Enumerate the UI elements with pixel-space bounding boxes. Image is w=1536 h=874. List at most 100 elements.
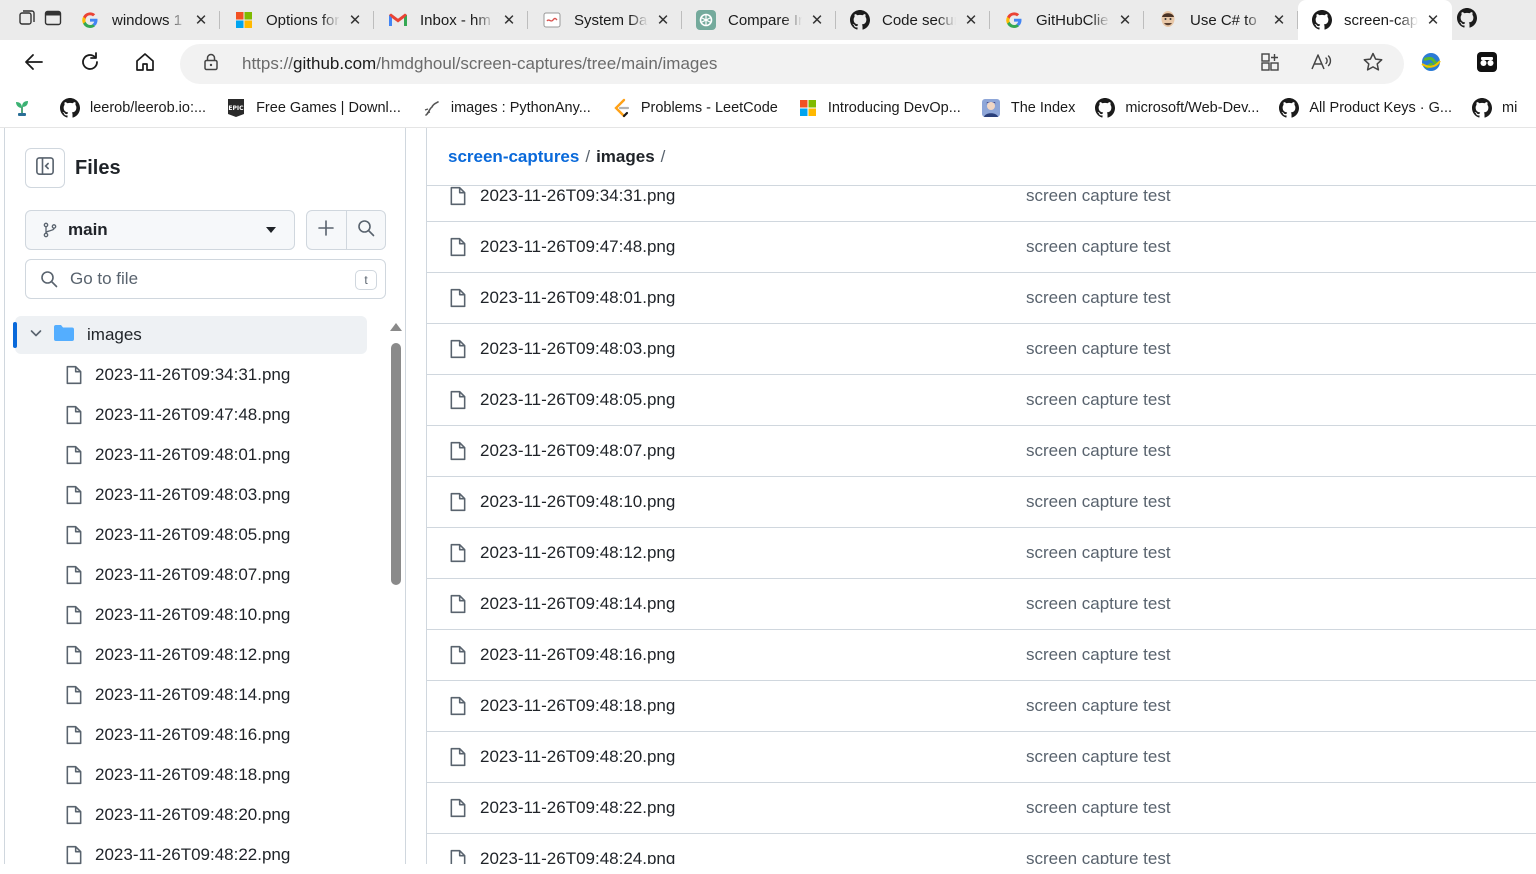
home-button[interactable] <box>125 44 165 84</box>
browser-tab[interactable]: Inbox - hm ✕ <box>374 0 528 40</box>
favorite-star-icon[interactable] <box>1362 51 1384 78</box>
close-tab-icon[interactable]: ✕ <box>192 11 210 29</box>
file-name-link[interactable]: 2023-11-26T09:48:10.png <box>480 492 675 512</box>
browser-tab[interactable]: GitHubClie ✕ <box>990 0 1144 40</box>
scroll-up-arrow-icon[interactable] <box>390 323 402 331</box>
file-name-link[interactable]: 2023-11-26T09:48:18.png <box>480 696 675 716</box>
table-row[interactable]: 2023-11-26T09:48:20.png screen capture te… <box>427 732 1536 783</box>
table-row[interactable]: 2023-11-26T09:48:03.png screen capture te… <box>427 324 1536 375</box>
workspaces-icon[interactable] <box>17 8 37 33</box>
table-row[interactable]: 2023-11-26T09:48:07.png screen capture te… <box>427 426 1536 477</box>
tree-file-item[interactable]: 2023-11-26T09:48:16.png <box>65 715 290 755</box>
file-name-link[interactable]: 2023-11-26T09:48:05.png <box>480 390 675 410</box>
commit-message-link[interactable]: screen capture test <box>1026 849 1171 864</box>
file-name-link[interactable]: 2023-11-26T09:48:16.png <box>480 645 675 665</box>
tab-actions-icon[interactable] <box>43 8 63 33</box>
close-tab-icon[interactable]: ✕ <box>346 11 364 29</box>
tree-file-item[interactable]: 2023-11-26T09:48:07.png <box>65 555 290 595</box>
tab-partial-github[interactable] <box>1452 0 1482 40</box>
branch-selector[interactable]: main <box>25 210 295 250</box>
bookmark-item[interactable]: Introducing DevOp... <box>798 98 961 118</box>
bookmark-item[interactable]: leerob/leerob.io:... <box>60 97 206 118</box>
breadcrumb-repo-link[interactable]: screen-captures <box>448 147 579 167</box>
commit-message-link[interactable]: screen capture test <box>1026 696 1171 716</box>
bookmark-item[interactable]: EPIC Free Games | Downl... <box>226 98 401 118</box>
bookmark-item[interactable] <box>12 98 40 118</box>
browser-tab[interactable]: Use C# to ✕ <box>1144 0 1298 40</box>
collapse-sidebar-button[interactable] <box>25 148 65 188</box>
tree-file-item[interactable]: 2023-11-26T09:48:18.png <box>65 755 290 795</box>
close-tab-icon[interactable]: ✕ <box>1116 11 1134 29</box>
apps-icon[interactable] <box>1260 52 1280 77</box>
commit-message-link[interactable]: screen capture test <box>1026 645 1171 665</box>
table-row[interactable]: 2023-11-26T09:48:16.png screen capture te… <box>427 630 1536 681</box>
commit-message-link[interactable]: screen capture test <box>1026 339 1171 359</box>
file-name-link[interactable]: 2023-11-26T09:48:07.png <box>480 441 675 461</box>
globe-extension-icon[interactable] <box>1420 51 1442 78</box>
browser-tab[interactable]: Compare Ir ✕ <box>682 0 836 40</box>
file-name-link[interactable]: 2023-11-26T09:48:14.png <box>480 594 675 614</box>
tree-file-item[interactable]: 2023-11-26T09:48:05.png <box>65 515 290 555</box>
tree-file-item[interactable]: 2023-11-26T09:48:10.png <box>65 595 290 635</box>
bookmark-item[interactable]: Problems - LeetCode <box>611 98 778 118</box>
url-bar[interactable]: https://github.com/hmdghoul/screen-captu… <box>180 44 1404 84</box>
commit-message-link[interactable]: screen capture test <box>1026 186 1171 206</box>
profile-extension-icon[interactable] <box>1476 51 1498 78</box>
close-tab-icon[interactable]: ✕ <box>1424 11 1442 29</box>
close-tab-icon[interactable]: ✕ <box>808 11 826 29</box>
table-row[interactable]: 2023-11-26T09:47:48.png screen capture te… <box>427 222 1536 273</box>
commit-message-link[interactable]: screen capture test <box>1026 747 1171 767</box>
commit-message-link[interactable]: screen capture test <box>1026 543 1171 563</box>
read-aloud-icon[interactable] <box>1310 52 1332 77</box>
commit-message-link[interactable]: screen capture test <box>1026 390 1171 410</box>
tree-file-item[interactable]: 2023-11-26T09:48:22.png <box>65 835 290 874</box>
commit-message-link[interactable]: screen capture test <box>1026 441 1171 461</box>
file-name-link[interactable]: 2023-11-26T09:48:22.png <box>480 798 675 818</box>
lock-icon[interactable] <box>202 52 222 77</box>
browser-tab[interactable]: System Da ✕ <box>528 0 682 40</box>
file-name-link[interactable]: 2023-11-26T09:48:03.png <box>480 339 675 359</box>
add-file-button[interactable] <box>307 211 347 249</box>
tree-folder-images[interactable]: images <box>13 316 367 354</box>
tree-file-item[interactable]: 2023-11-26T09:48:20.png <box>65 795 290 835</box>
table-row[interactable]: 2023-11-26T09:48:22.png screen capture te… <box>427 783 1536 834</box>
close-tab-icon[interactable]: ✕ <box>962 11 980 29</box>
refresh-button[interactable] <box>70 44 110 84</box>
close-tab-icon[interactable]: ✕ <box>1270 11 1288 29</box>
search-code-button[interactable] <box>347 211 386 249</box>
browser-tab[interactable]: Options for ✕ <box>220 0 374 40</box>
sidebar-scrollbar[interactable] <box>389 323 403 864</box>
file-name-link[interactable]: 2023-11-26T09:48:12.png <box>480 543 675 563</box>
commit-message-link[interactable]: screen capture test <box>1026 594 1171 614</box>
tree-file-item[interactable]: 2023-11-26T09:48:12.png <box>65 635 290 675</box>
table-row[interactable]: 2023-11-26T09:48:05.png screen capture te… <box>427 375 1536 426</box>
commit-message-link[interactable]: screen capture test <box>1026 798 1171 818</box>
browser-tab[interactable]: windows 1 ✕ <box>66 0 220 40</box>
commit-message-link[interactable]: screen capture test <box>1026 237 1171 257</box>
file-name-link[interactable]: 2023-11-26T09:48:20.png <box>480 747 675 767</box>
close-tab-icon[interactable]: ✕ <box>654 11 672 29</box>
bookmark-item[interactable]: All Product Keys · G... <box>1279 97 1452 118</box>
commit-message-link[interactable]: screen capture test <box>1026 492 1171 512</box>
file-name-link[interactable]: 2023-11-26T09:48:24.png <box>480 849 675 864</box>
bookmark-item[interactable]: mi <box>1472 97 1517 118</box>
scrollbar-thumb[interactable] <box>391 343 401 585</box>
browser-tab[interactable]: Code secur ✕ <box>836 0 990 40</box>
bookmark-item[interactable]: images : PythonAny... <box>421 98 591 118</box>
bookmark-item[interactable]: microsoft/Web-Dev... <box>1095 97 1259 118</box>
back-button[interactable] <box>14 44 54 84</box>
table-row[interactable]: 2023-11-26T09:48:12.png screen capture te… <box>427 528 1536 579</box>
tree-file-item[interactable]: 2023-11-26T09:48:14.png <box>65 675 290 715</box>
browser-tab[interactable]: screen-cap ✕ <box>1298 0 1452 40</box>
go-to-file-input[interactable]: Go to file t <box>25 259 386 299</box>
table-row[interactable]: 2023-11-26T09:48:14.png screen capture te… <box>427 579 1536 630</box>
bookmark-item[interactable]: The Index <box>981 98 1075 118</box>
file-name-link[interactable]: 2023-11-26T09:34:31.png <box>480 186 675 206</box>
file-name-link[interactable]: 2023-11-26T09:47:48.png <box>480 237 675 257</box>
table-row[interactable]: 2023-11-26T09:48:18.png screen capture te… <box>427 681 1536 732</box>
tree-file-item[interactable]: 2023-11-26T09:47:48.png <box>65 395 290 435</box>
tree-file-item[interactable]: 2023-11-26T09:48:03.png <box>65 475 290 515</box>
chevron-down-icon[interactable] <box>29 325 45 345</box>
close-tab-icon[interactable]: ✕ <box>500 11 518 29</box>
table-row[interactable]: 2023-11-26T09:48:10.png screen capture te… <box>427 477 1536 528</box>
